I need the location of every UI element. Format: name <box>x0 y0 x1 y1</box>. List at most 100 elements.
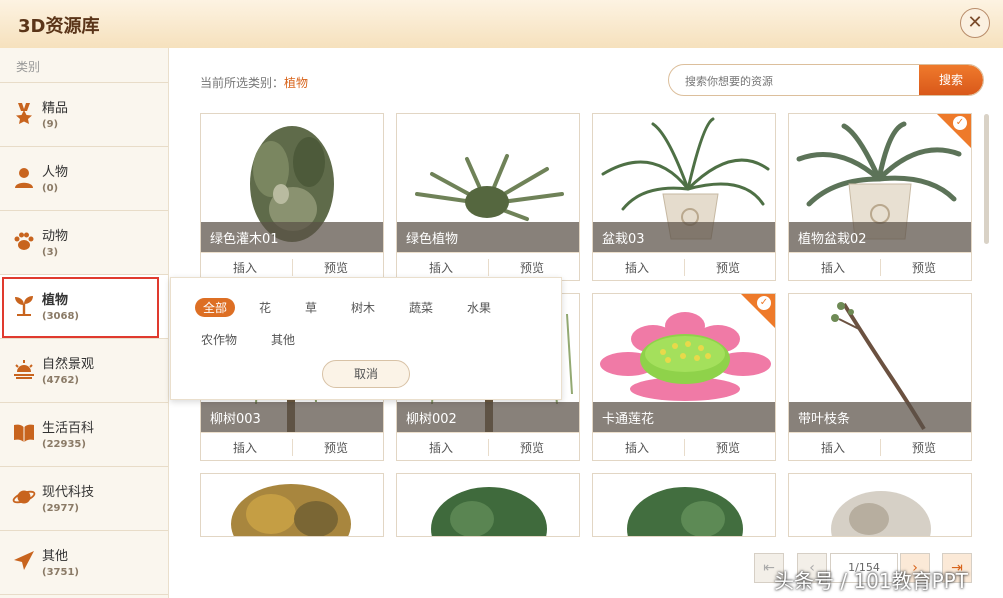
breadcrumb-prefix: 当前所选类别： <box>200 76 285 90</box>
watermark: 头条号 / 101教育PPT <box>774 569 968 593</box>
book-icon <box>14 424 34 442</box>
asset-label-bar: 盆栽03 <box>593 222 775 252</box>
cancel-button[interactable]: 取消 <box>322 360 410 388</box>
sidebar-item-animals[interactable]: 动物 (3) <box>0 211 168 275</box>
asset-card[interactable] <box>788 473 972 537</box>
divider <box>488 439 489 456</box>
sidebar-item-label: 生活百科 <box>42 421 95 436</box>
sidebar-item-count: (22935) <box>42 439 86 450</box>
asset-label: 带叶枝条 <box>798 412 851 427</box>
close-icon: ✕ <box>967 12 983 33</box>
breadcrumb: 当前所选类别：植物 <box>200 74 308 91</box>
preview-button[interactable]: 预览 <box>716 439 740 456</box>
asset-label-bar: 植物盆栽02 <box>789 222 971 252</box>
asset-card[interactable]: 绿色灌木01 插入 预览 <box>200 113 384 281</box>
green-tree-image <box>431 487 547 536</box>
insert-button[interactable]: 插入 <box>821 439 845 456</box>
asset-card[interactable]: 盆栽03 插入 预览 <box>592 113 776 281</box>
insert-button[interactable]: 插入 <box>233 259 257 276</box>
asset-label: 绿色植物 <box>406 232 459 247</box>
asset-label-bar: 带叶枝条 <box>789 402 971 432</box>
divider <box>292 259 293 276</box>
breadcrumb-current: 植物 <box>284 76 309 90</box>
preview-button[interactable]: 预览 <box>324 259 348 276</box>
asset-actions: 插入 预览 <box>397 432 579 460</box>
sidebar-item-plants[interactable]: 植物 (3068) <box>0 275 168 339</box>
asset-card[interactable] <box>200 473 384 537</box>
title-bar: 3D资源库 ✕ <box>0 0 1003 48</box>
sidebar-item-label: 动物 <box>42 229 69 244</box>
search-button[interactable]: 搜索 <box>919 65 983 95</box>
sidebar-header: 类别 <box>0 48 168 83</box>
checkmark-icon: ✓ <box>953 116 967 130</box>
sidebar-item-count: (2977) <box>42 503 79 514</box>
planet-icon <box>12 490 36 504</box>
sidebar-item-other[interactable]: 其他 (3751) <box>0 531 168 595</box>
white-tree-image <box>831 491 931 536</box>
filter-chip-grass[interactable]: 草 <box>305 299 317 316</box>
divider <box>488 259 489 276</box>
asset-card[interactable]: ✓ 卡通莲花 插入 预览 <box>592 293 776 461</box>
category-sidebar: 类别 精品 (9) 人物 (0) 动物 (3) 植物 (3068) 自然景观 (… <box>0 48 169 598</box>
app-title: 3D资源库 <box>18 16 100 37</box>
asset-actions: 插入 预览 <box>593 432 775 460</box>
send-icon <box>14 551 34 570</box>
sprout-icon <box>15 296 33 316</box>
asset-label-bar: 绿色灌木01 <box>201 222 383 252</box>
sidebar-item-count: (3751) <box>42 567 79 578</box>
preview-button[interactable]: 预览 <box>324 439 348 456</box>
autumn-tree-image <box>231 484 351 536</box>
sidebar-item-label: 人物 <box>42 165 69 180</box>
preview-button[interactable]: 预览 <box>912 439 936 456</box>
filter-chip-flowers[interactable]: 花 <box>259 299 271 316</box>
asset-card[interactable]: ✓ 植物盆栽02 插入 预览 <box>788 113 972 281</box>
asset-label-bar: 绿色植物 <box>397 222 579 252</box>
sidebar-item-technology[interactable]: 现代科技 (2977) <box>0 467 168 531</box>
asset-label-bar: 柳树002 <box>397 402 579 432</box>
asset-card[interactable]: 绿色植物 插入 预览 <box>396 113 580 281</box>
sidebar-item-lifestyle[interactable]: 生活百科 (22935) <box>0 403 168 467</box>
insert-button[interactable]: 插入 <box>625 259 649 276</box>
preview-button[interactable]: 预览 <box>520 439 544 456</box>
insert-button[interactable]: 插入 <box>625 439 649 456</box>
asset-label-bar: 柳树003 <box>201 402 383 432</box>
sidebar-item-label: 现代科技 <box>42 485 95 500</box>
sidebar-item-label: 精品 <box>42 101 69 116</box>
sidebar-item-label: 自然景观 <box>42 357 95 372</box>
asset-card[interactable] <box>592 473 776 537</box>
checkmark-icon: ✓ <box>757 296 771 310</box>
asset-card[interactable] <box>396 473 580 537</box>
insert-button[interactable]: 插入 <box>429 259 453 276</box>
asset-label-bar: 卡通莲花 <box>593 402 775 432</box>
divider <box>684 259 685 276</box>
insert-button[interactable]: 插入 <box>233 439 257 456</box>
preview-button[interactable]: 预览 <box>520 259 544 276</box>
preview-button[interactable]: 预览 <box>912 259 936 276</box>
filter-chip-trees[interactable]: 树木 <box>351 299 375 316</box>
sidebar-item-featured[interactable]: 精品 (9) <box>0 83 168 147</box>
insert-button[interactable]: 插入 <box>429 439 453 456</box>
search-input[interactable] <box>685 72 915 90</box>
sidebar-item-count: (0) <box>42 183 59 194</box>
asset-actions: 插入 预览 <box>201 432 383 460</box>
preview-button[interactable]: 预览 <box>716 259 740 276</box>
sunset-icon <box>14 360 34 379</box>
filter-chip-crops[interactable]: 农作物 <box>201 331 237 348</box>
asset-actions: 插入 预览 <box>789 432 971 460</box>
asset-card[interactable]: 带叶枝条 插入 预览 <box>788 293 972 461</box>
sidebar-item-landscape[interactable]: 自然景观 (4762) <box>0 339 168 403</box>
scrollbar[interactable] <box>984 114 989 244</box>
sidebar-item-count: (3068) <box>42 311 79 322</box>
insert-button[interactable]: 插入 <box>821 259 845 276</box>
sidebar-item-count: (4762) <box>42 375 79 386</box>
asset-label: 盆栽03 <box>602 232 645 247</box>
filter-chip-fruits[interactable]: 水果 <box>467 299 491 316</box>
filter-chip-all[interactable]: 全部 <box>195 298 236 317</box>
search-box: 搜索 <box>668 64 984 96</box>
filter-chip-vegetables[interactable]: 蔬菜 <box>409 299 433 316</box>
filter-chip-other[interactable]: 其他 <box>271 331 295 348</box>
divider <box>880 439 881 456</box>
divider <box>880 259 881 276</box>
close-button[interactable]: ✕ <box>960 8 990 38</box>
sidebar-item-people[interactable]: 人物 (0) <box>0 147 168 211</box>
